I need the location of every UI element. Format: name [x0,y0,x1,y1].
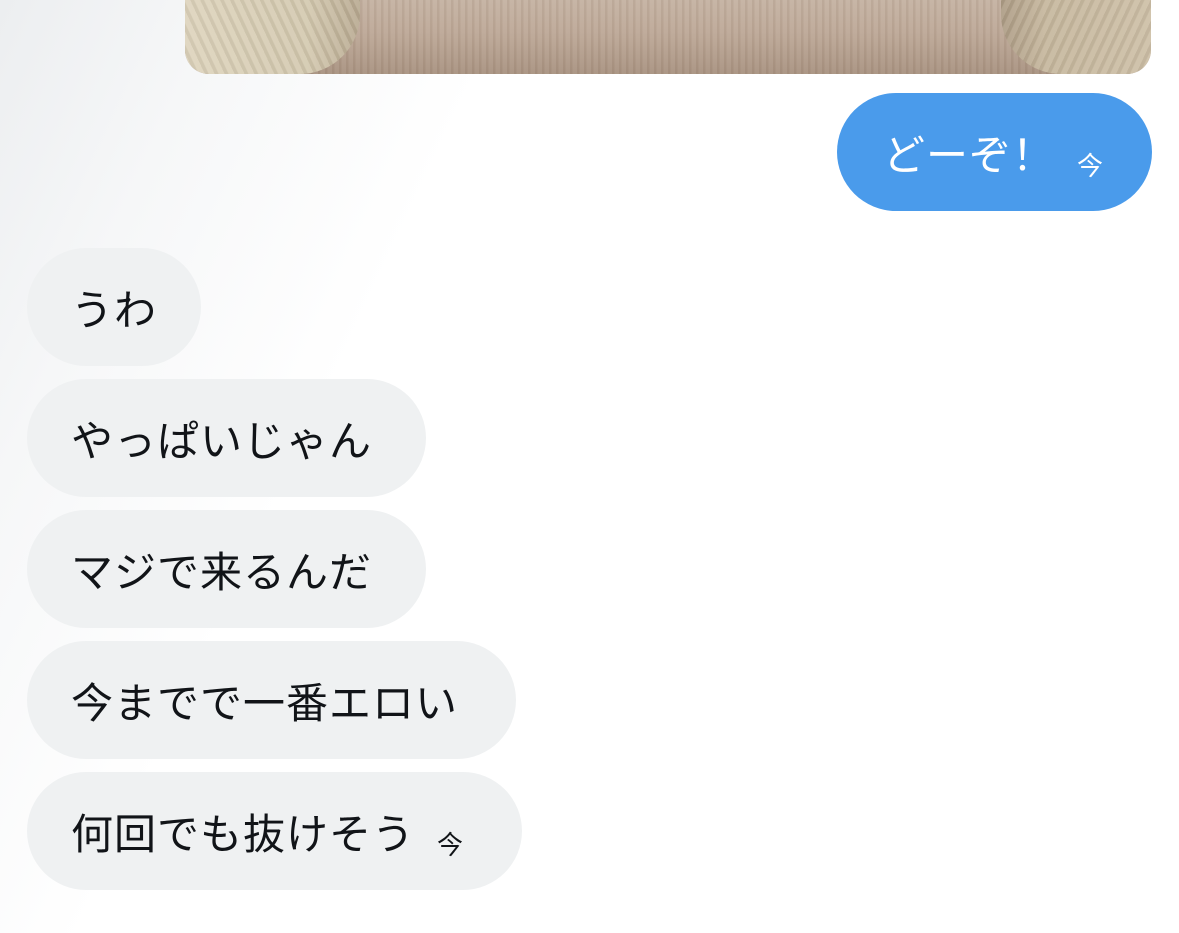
received-message-bubble[interactable]: やっぱいじゃん [27,379,426,497]
message-text: 何回でも抜けそう [71,809,416,859]
message-text: どーぞ！ [883,130,1056,180]
message-text: 今までで一番エロい [71,678,459,728]
photo-sleeve-left [185,0,360,74]
message-time: 今 [437,830,464,861]
photo-sleeve-right [1001,0,1151,74]
message-text: やっぱいじゃん [71,416,373,466]
sent-message-bubble[interactable]: どーぞ！ 今 [837,93,1152,211]
received-message-bubble[interactable]: 今までで一番エロい [27,641,516,759]
received-message-bubble[interactable]: うわ [27,248,201,366]
chat-screen: どーぞ！ 今 うわ やっぱいじゃん マジで来るんだ 今までで一番エロい 何回でも… [0,0,1179,933]
received-message-bubble[interactable]: 何回でも抜けそう 今 [27,772,522,890]
photo-attachment[interactable] [185,0,1151,74]
received-message-bubble[interactable]: マジで来るんだ [27,510,426,628]
message-time: 今 [1077,151,1104,182]
message-text: マジで来るんだ [71,547,373,597]
message-text: うわ [71,285,158,335]
